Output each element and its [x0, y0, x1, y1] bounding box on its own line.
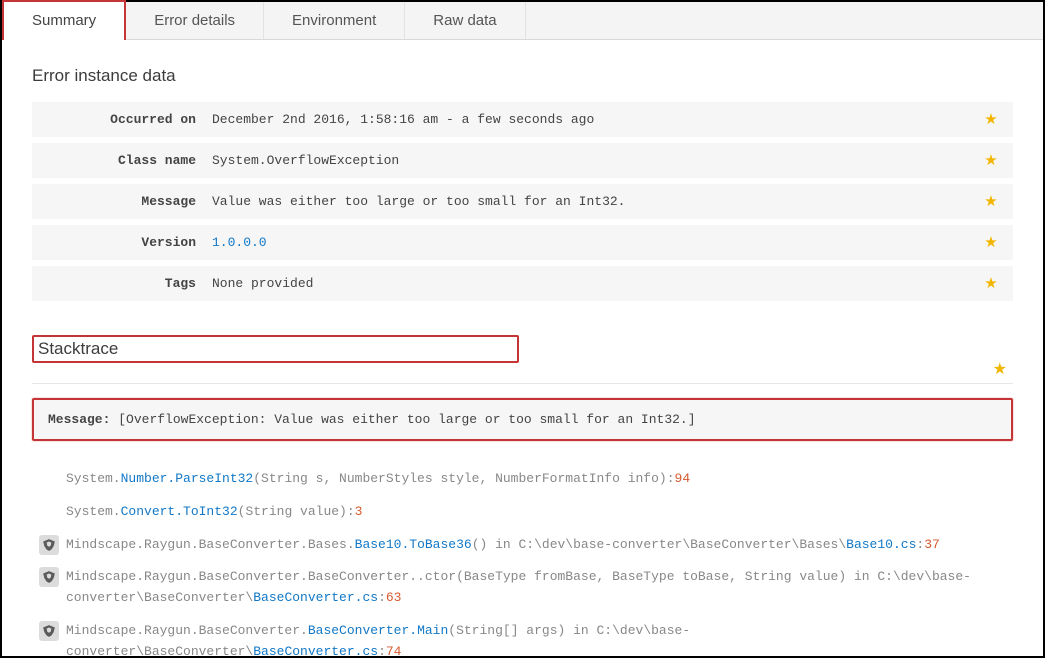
- tab-error-details[interactable]: Error details: [126, 2, 264, 39]
- value-class-name: System.OverflowException: [212, 153, 979, 168]
- source-provider-icon[interactable]: [39, 621, 59, 641]
- stackframe-text: System.Number.ParseInt32(String s, Numbe…: [66, 469, 1013, 490]
- star-icon[interactable]: ★: [993, 359, 1013, 379]
- stackframe: Mindscape.Raygun.BaseConverter.BaseConve…: [32, 561, 1013, 615]
- stackframe-list: System.Number.ParseInt32(String s, Numbe…: [32, 463, 1013, 658]
- stackframe-text: System.Convert.ToInt32(String value):3: [66, 502, 1013, 523]
- star-icon[interactable]: ★: [979, 110, 1003, 129]
- label-class-name: Class name: [32, 153, 212, 168]
- value-message: Value was either too large or too small …: [212, 194, 979, 209]
- tab-raw-data[interactable]: Raw data: [405, 2, 525, 39]
- stackframe: System.Number.ParseInt32(String s, Numbe…: [32, 463, 1013, 496]
- row-class-name: Class name System.OverflowException ★: [32, 143, 1013, 178]
- row-message: Message Value was either too large or to…: [32, 184, 1013, 219]
- label-tags: Tags: [32, 276, 212, 291]
- stacktrace-message-box: Message: [OverflowException: Value was e…: [32, 398, 1013, 441]
- tab-summary[interactable]: Summary: [2, 0, 126, 40]
- value-occurred-on: December 2nd 2016, 1:58:16 am - a few se…: [212, 112, 979, 127]
- stackframe: Mindscape.Raygun.BaseConverter.BaseConve…: [32, 615, 1013, 658]
- content-area: Error instance data Occurred on December…: [2, 40, 1043, 658]
- value-tags: None provided: [212, 276, 979, 291]
- tab-environment[interactable]: Environment: [264, 2, 405, 39]
- label-occurred-on: Occurred on: [32, 112, 212, 127]
- row-occurred-on: Occurred on December 2nd 2016, 1:58:16 a…: [32, 102, 1013, 137]
- value-version[interactable]: 1.0.0.0: [212, 235, 979, 250]
- error-instance-table: Occurred on December 2nd 2016, 1:58:16 a…: [32, 102, 1013, 301]
- star-icon[interactable]: ★: [979, 233, 1003, 252]
- star-icon[interactable]: ★: [979, 151, 1003, 170]
- star-icon[interactable]: ★: [979, 192, 1003, 211]
- label-version: Version: [32, 235, 212, 250]
- stacktrace-header: Stacktrace ★: [32, 335, 1013, 384]
- stacktrace-message-label: Message:: [48, 412, 110, 427]
- stackframe-text: Mindscape.Raygun.BaseConverter.BaseConve…: [66, 567, 1013, 609]
- stackframe: System.Convert.ToInt32(String value):3: [32, 496, 1013, 529]
- stackframe-text: Mindscape.Raygun.BaseConverter.Bases.Bas…: [66, 535, 1013, 556]
- section-title-error-instance: Error instance data: [32, 66, 1013, 86]
- source-provider-icon[interactable]: [39, 567, 59, 587]
- stackframe: Mindscape.Raygun.BaseConverter.Bases.Bas…: [32, 529, 1013, 562]
- tab-bar: Summary Error details Environment Raw da…: [2, 2, 1043, 40]
- row-tags: Tags None provided ★: [32, 266, 1013, 301]
- star-icon[interactable]: ★: [979, 274, 1003, 293]
- stacktrace-message-value: [OverflowException: Value was either too…: [118, 412, 695, 427]
- stackframe-text: Mindscape.Raygun.BaseConverter.BaseConve…: [66, 621, 1013, 658]
- source-provider-icon[interactable]: [39, 535, 59, 555]
- label-message: Message: [32, 194, 212, 209]
- section-title-stacktrace: Stacktrace: [32, 335, 519, 363]
- row-version: Version 1.0.0.0 ★: [32, 225, 1013, 260]
